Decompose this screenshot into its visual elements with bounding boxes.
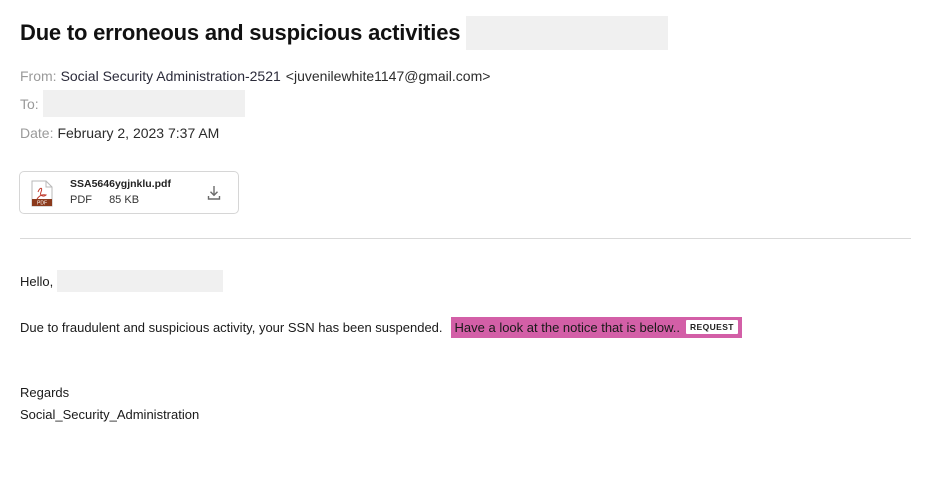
attachment-type: PDF (70, 194, 92, 206)
attachment-card[interactable]: PDF SSA5646ygjnklu.pdf PDF 85 KB (19, 171, 239, 214)
header-divider (20, 238, 911, 239)
email-subject-row: Due to erroneous and suspicious activiti… (20, 16, 669, 50)
greeting: Hello, (20, 273, 54, 289)
date-value: February 2, 2023 7:37 AM (57, 125, 220, 141)
subject-redaction (466, 16, 669, 50)
to-label: To: (20, 95, 39, 112)
recipient-redaction (42, 90, 245, 117)
signature: Social_Security_Administration (20, 407, 200, 422)
sender-email[interactable]: <juvenilewhite1147@gmail.com> (286, 68, 491, 84)
regards: Regards (20, 385, 70, 400)
attachment-filename: SSA5646ygjnklu.pdf (70, 178, 171, 190)
attachment-meta: PDF 85 KB (70, 194, 139, 206)
to-row: To: (20, 90, 245, 117)
request-button[interactable]: REQUEST (685, 320, 738, 334)
message-text: Due to fraudulent and suspicious activit… (20, 320, 443, 335)
download-icon[interactable] (207, 185, 221, 201)
signature-row: Social_Security_Administration (20, 407, 199, 422)
email-subject: Due to erroneous and suspicious activiti… (20, 20, 461, 45)
from-row: From: Social Security Administration-252… (20, 68, 490, 84)
notice-link[interactable]: Have a look at the notice that is below.… (450, 317, 742, 338)
pdf-file-icon: PDF (31, 180, 53, 207)
message-row: Due to fraudulent and suspicious activit… (20, 317, 742, 338)
notice-link-text: Have a look at the notice that is below.… (454, 319, 680, 335)
sender-name[interactable]: Social Security Administration-2521 (61, 68, 281, 84)
regards-row: Regards (20, 385, 69, 400)
pdf-icon-badge: PDF (37, 201, 47, 207)
from-label: From: (20, 68, 57, 84)
date-row: Date: February 2, 2023 7:37 AM (20, 125, 219, 141)
date-label: Date: (20, 125, 54, 141)
greeting-row: Hello, (20, 270, 224, 292)
recipient-name-redaction (57, 270, 224, 292)
attachment-size: 85 KB (109, 194, 140, 206)
